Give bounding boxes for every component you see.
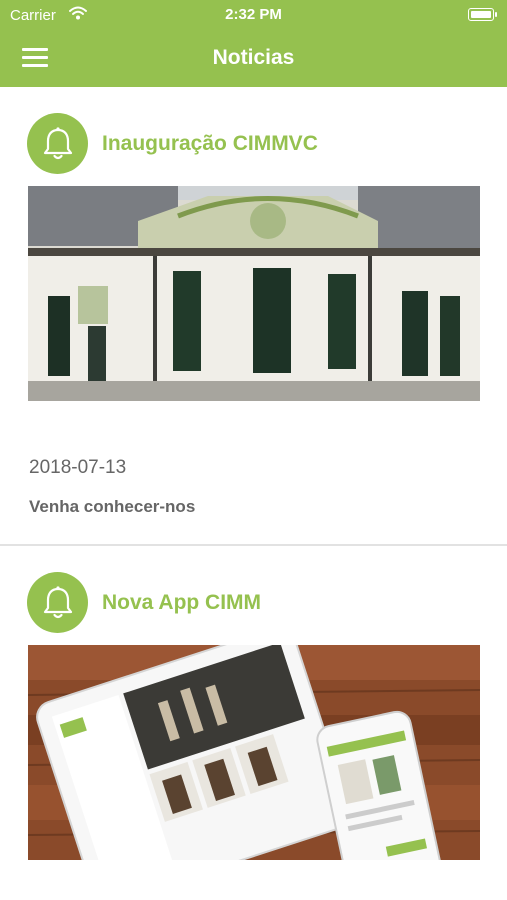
- page-title: Noticias: [212, 46, 295, 69]
- clock: 2:32 PM: [225, 6, 282, 23]
- news-card[interactable]: Nova App CIMM: [0, 546, 507, 900]
- bell-icon: [27, 113, 88, 174]
- status-bar: Carrier 2:32 PM: [0, 0, 507, 30]
- navigation-bar: Noticias: [0, 30, 507, 87]
- news-title[interactable]: Nova App CIMM: [102, 591, 261, 615]
- battery-icon: [468, 8, 497, 21]
- news-photo: [28, 645, 480, 860]
- news-photo: [28, 186, 480, 401]
- bell-icon: [27, 572, 88, 633]
- news-title[interactable]: Inauguração CIMMVC: [102, 132, 318, 156]
- news-summary: Venha conhecer-nos: [29, 497, 196, 516]
- news-card[interactable]: Inauguração CIMMVC 2018-07-13 Venha conh: [0, 87, 507, 545]
- news-date: 2018-07-13: [29, 457, 127, 478]
